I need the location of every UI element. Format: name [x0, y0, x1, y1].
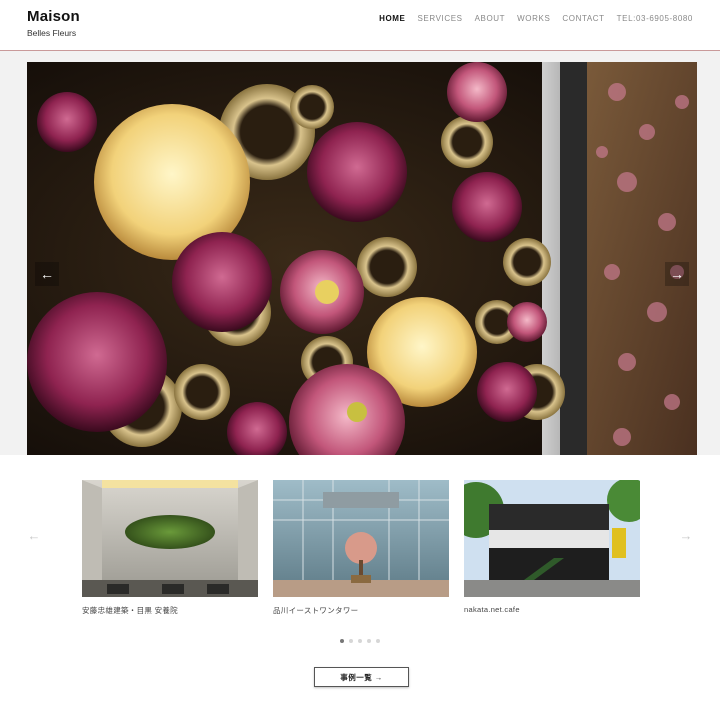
- work-caption: 安藤忠雄建築・目黒 安養院: [82, 606, 178, 615]
- work-thumbnail: [273, 480, 449, 597]
- carousel-next-chevron-icon[interactable]: →: [678, 527, 694, 543]
- work-thumbnail: [82, 480, 258, 597]
- hero-prev-arrow-icon[interactable]: ←: [35, 262, 59, 286]
- works-carousel: ← → 安藤忠雄建築・目黒 安養院 品川イーストワンタワー nakata.net…: [0, 455, 720, 720]
- nav-contact[interactable]: CONTACT: [562, 14, 604, 23]
- pagination-dot[interactable]: [358, 639, 362, 643]
- page: Maison Belles Fleurs HOME SERVICES ABOUT…: [0, 0, 720, 720]
- carousel-prev-chevron-icon[interactable]: ←: [26, 527, 42, 543]
- work-caption: nakata.net.cafe: [464, 605, 520, 614]
- nav-about[interactable]: ABOUT: [475, 14, 506, 23]
- flower-wall-image: [27, 62, 697, 455]
- pagination-dot[interactable]: [340, 639, 344, 643]
- work-card[interactable]: nakata.net.cafe: [464, 480, 640, 614]
- hero-next-arrow-icon[interactable]: →: [665, 262, 689, 286]
- work-thumbnail: [464, 480, 640, 597]
- pagination-dot[interactable]: [367, 639, 371, 643]
- hero-section: ← →: [0, 51, 720, 455]
- work-card[interactable]: 安藤忠雄建築・目黒 安養院: [82, 480, 258, 616]
- main-nav: HOME SERVICES ABOUT WORKS CONTACT TEL:03…: [379, 14, 693, 23]
- brand-subtitle: Belles Fleurs: [27, 28, 77, 38]
- nav-phone[interactable]: TEL:03-6905-8080: [617, 14, 693, 23]
- nav-works[interactable]: WORKS: [517, 14, 550, 23]
- works-list-button[interactable]: 事例一覧 →: [314, 667, 409, 687]
- hero-slide-image: ← →: [27, 62, 697, 455]
- nav-home[interactable]: HOME: [379, 14, 405, 23]
- work-card[interactable]: 品川イーストワンタワー: [273, 480, 449, 616]
- brand-name: Maison: [27, 8, 80, 25]
- work-caption: 品川イーストワンタワー: [273, 606, 359, 615]
- carousel-pagination: [0, 639, 720, 643]
- pagination-dot[interactable]: [376, 639, 380, 643]
- site-header: Maison Belles Fleurs HOME SERVICES ABOUT…: [0, 0, 720, 51]
- brand-logo[interactable]: Maison Belles Fleurs: [27, 8, 80, 38]
- nav-services[interactable]: SERVICES: [417, 14, 462, 23]
- pagination-dot[interactable]: [349, 639, 353, 643]
